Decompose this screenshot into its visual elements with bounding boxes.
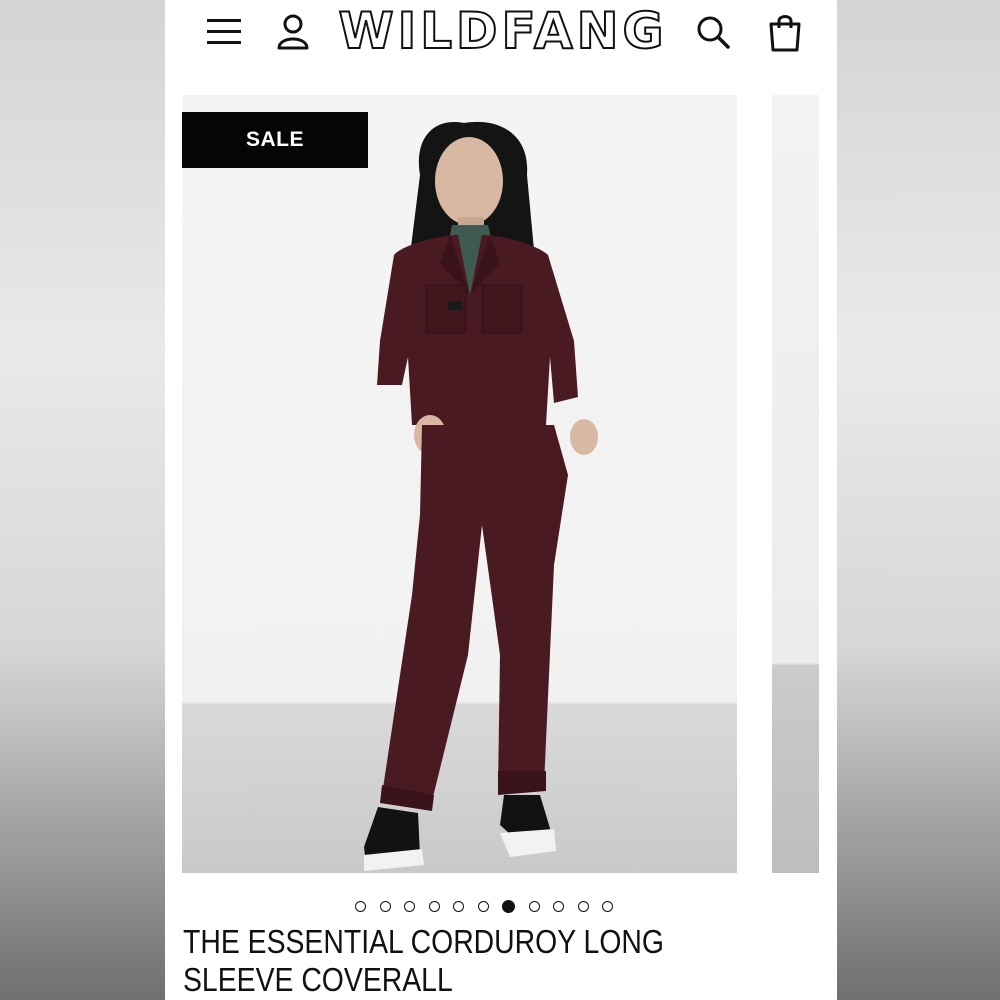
shopping-bag-icon[interactable]: [767, 12, 803, 54]
pagination-dot[interactable]: [553, 901, 564, 912]
search-icon[interactable]: [695, 12, 733, 52]
background-left: [0, 0, 165, 1000]
site-header: WILDFANG: [165, 0, 837, 70]
pagination-dot[interactable]: [602, 901, 613, 912]
menu-icon[interactable]: [205, 14, 245, 50]
pagination-dot[interactable]: [404, 901, 415, 912]
pagination-dot[interactable]: [355, 901, 366, 912]
background-right: [837, 0, 1000, 1000]
pagination-dot[interactable]: [379, 901, 391, 912]
carousel-pagination: [355, 900, 613, 915]
sale-badge: SALE: [182, 112, 368, 168]
brand-logo[interactable]: WILDFANG: [333, 0, 673, 64]
pagination-dot[interactable]: [577, 901, 589, 912]
pagination-dot-active[interactable]: [502, 900, 515, 913]
pagination-dot[interactable]: [453, 901, 464, 912]
account-icon[interactable]: [275, 12, 311, 52]
product-image-carousel[interactable]: SALE: [182, 95, 737, 873]
pagination-dot[interactable]: [477, 901, 489, 912]
product-image[interactable]: SALE: [182, 95, 737, 873]
pagination-dot[interactable]: [428, 901, 440, 912]
product-page: WILDFANG SALE THE ESSENTIAL CORDUROY LON…: [165, 0, 837, 1000]
pagination-dot[interactable]: [528, 901, 540, 912]
product-title: THE ESSENTIAL CORDUROY LONG SLEEVE COVER…: [183, 923, 664, 998]
model-photo: [364, 121, 598, 871]
next-product-image[interactable]: [772, 95, 819, 873]
